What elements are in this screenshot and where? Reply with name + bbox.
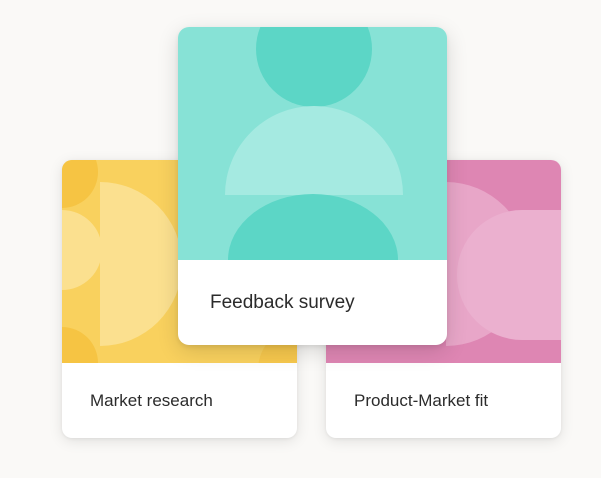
feedback-survey-illustration bbox=[178, 27, 447, 260]
product-market-fit-label: Product-Market fit bbox=[354, 390, 489, 410]
market-research-label: Market research bbox=[90, 390, 213, 410]
template-card-feedback-survey[interactable]: Feedback survey bbox=[178, 27, 447, 345]
feedback-survey-label: Feedback survey bbox=[210, 291, 355, 313]
